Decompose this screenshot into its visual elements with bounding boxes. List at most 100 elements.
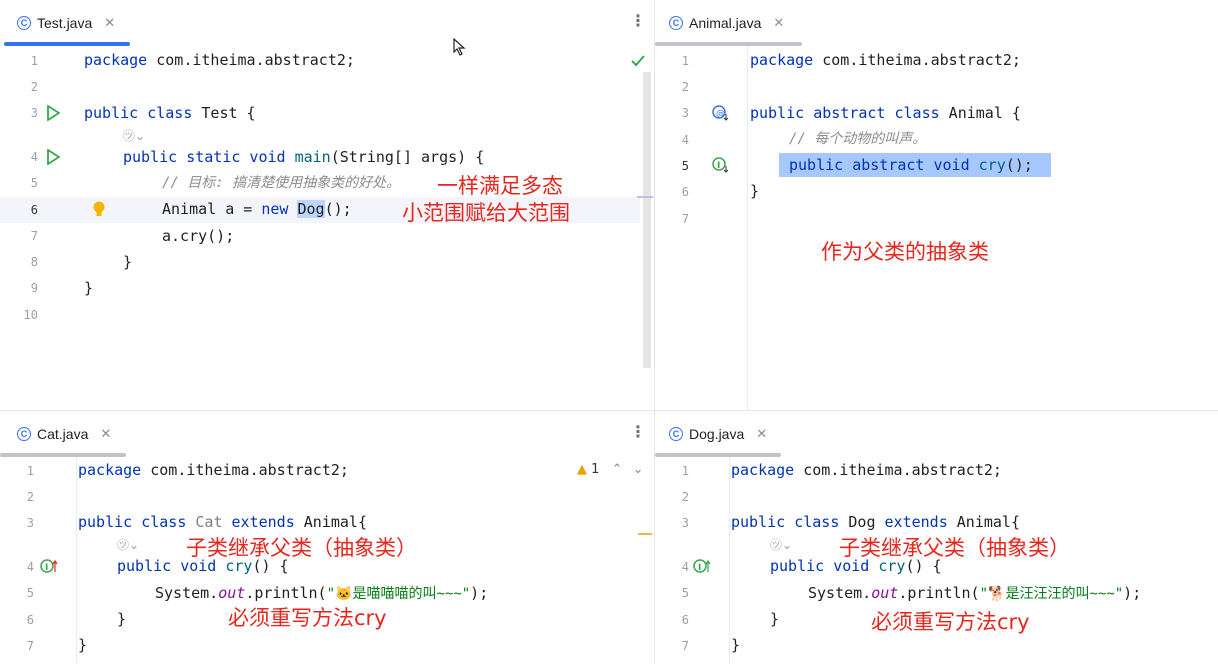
- code-line-3: public class Test {: [84, 104, 256, 122]
- line-number: 5: [681, 159, 689, 173]
- tab-cat-java[interactable]: C Cat.java ✕: [17, 423, 111, 445]
- svg-text:I: I: [698, 563, 701, 573]
- tab-dog-java[interactable]: C Dog.java ✕: [669, 423, 767, 445]
- warning-count: 1: [591, 462, 600, 477]
- check-icon: [631, 55, 645, 67]
- editor-pane-cat: C Cat.java ✕ ⋮ ▲ 1 ⌃ ⌄ 1 2 3 4 5 6 7 I p…: [0, 411, 654, 664]
- tab-test-java[interactable]: C Test.java ✕: [17, 12, 115, 34]
- code-line-1: package com.itheima.abstract2;: [731, 461, 1002, 479]
- author-hint: ㋡⌄: [770, 538, 793, 552]
- line-number: 10: [23, 308, 38, 322]
- tab-label: Animal.java: [689, 15, 762, 31]
- code-line-4: // 每个动物的叫声。: [789, 131, 927, 147]
- code-line-7: a.cry();: [162, 227, 235, 245]
- scroll-marker: [637, 196, 653, 198]
- code-line-7: }: [78, 636, 88, 654]
- tab-indicator: [655, 42, 802, 46]
- lightbulb-icon[interactable]: [92, 201, 106, 218]
- tab-indicator: [0, 453, 126, 457]
- line-number: 4: [681, 133, 689, 147]
- line-number: 5: [681, 586, 689, 600]
- line-number: 2: [26, 490, 34, 504]
- code-line-5: System.out.println("🐕是汪汪汪的叫~~~");: [808, 584, 1142, 602]
- annotation-text: 一样满足多态: [437, 174, 563, 198]
- line-number: 4: [681, 560, 689, 574]
- annotation-text: 子类继承父类（抽象类）: [186, 536, 417, 560]
- override-icon[interactable]: I: [40, 558, 60, 574]
- code-line-3: public class Dog extends Animal{: [731, 513, 1020, 531]
- line-number: 3: [681, 106, 689, 120]
- mouse-cursor-icon: [453, 38, 466, 56]
- annotation-text: 必须重写方法cry: [871, 610, 1030, 634]
- annotation-text: 小范围赋给大范围: [402, 201, 570, 225]
- line-number: 5: [26, 586, 34, 600]
- run-icon[interactable]: [46, 105, 60, 121]
- chevron-down-icon[interactable]: ⌄: [633, 462, 644, 477]
- tab-bar: C Cat.java ✕ ⋮: [0, 411, 654, 457]
- code-line-8: }: [123, 253, 133, 271]
- code-line-1: package com.itheima.abstract2;: [84, 51, 355, 69]
- active-tab-indicator: [4, 42, 130, 46]
- line-number: 7: [681, 212, 689, 226]
- line-number: 6: [26, 613, 34, 627]
- line-number: 4: [26, 560, 34, 574]
- more-icon[interactable]: ⋮: [630, 13, 646, 29]
- code-line-6: }: [770, 610, 780, 628]
- svg-text:@: @: [716, 109, 725, 119]
- code-line-5: // 目标: 搞清楚使用抽象类的好处。: [162, 175, 401, 191]
- code-line-5: public abstract void cry();: [789, 156, 1033, 174]
- line-number: 7: [30, 229, 38, 243]
- line-number: 6: [30, 203, 38, 217]
- line-number: 2: [30, 80, 38, 94]
- annotation-text: 必须重写方法cry: [228, 606, 387, 630]
- line-number: 1: [681, 54, 689, 68]
- line-number: 6: [681, 185, 689, 199]
- divider: [747, 46, 748, 410]
- line-number: 2: [681, 80, 689, 94]
- code-line-5: System.out.println("🐱是喵喵喵的叫~~~");: [155, 584, 489, 602]
- override-icon[interactable]: I: [693, 558, 713, 574]
- warning-indicator[interactable]: ▲ 1 ⌃ ⌄: [577, 462, 644, 477]
- chevron-up-icon[interactable]: ⌃: [612, 462, 623, 477]
- line-number: 4: [30, 150, 38, 164]
- class-icon: C: [17, 427, 31, 441]
- annotation-text: 子类继承父类（抽象类）: [839, 536, 1070, 560]
- implementation-icon[interactable]: @: [712, 105, 730, 121]
- more-icon[interactable]: ⋮: [630, 424, 646, 440]
- tab-indicator: [655, 453, 781, 457]
- line-number: 7: [681, 639, 689, 653]
- close-icon[interactable]: ✕: [104, 15, 115, 31]
- implementation-icon[interactable]: I: [712, 157, 730, 173]
- close-icon[interactable]: ✕: [100, 426, 111, 442]
- line-number: 6: [681, 613, 689, 627]
- svg-text:I: I: [717, 161, 720, 171]
- tab-label: Dog.java: [689, 426, 745, 442]
- code-line-3: public abstract class Animal {: [750, 104, 1021, 122]
- code-line-6: }: [750, 182, 760, 200]
- tab-bar: C Test.java ✕ ⋮: [0, 0, 654, 46]
- editor-pane-animal: C Animal.java ✕ 1 2 3 4 5 6 7 @ I packag…: [655, 0, 1218, 410]
- class-icon: C: [669, 16, 683, 30]
- line-number: 3: [26, 516, 34, 530]
- line-number: 1: [26, 464, 34, 478]
- line-number: 3: [681, 516, 689, 530]
- warning-icon: ▲: [577, 462, 587, 477]
- scrollbar[interactable]: [643, 72, 651, 368]
- code-line-6: }: [117, 610, 127, 628]
- code-line-4: public static void main(String[] args) {: [123, 148, 485, 166]
- tab-label: Cat.java: [37, 426, 89, 442]
- line-number: 7: [26, 639, 34, 653]
- author-hint: ㋡⌄: [123, 129, 146, 143]
- divider: [729, 457, 730, 664]
- author-hint: ㋡⌄: [117, 538, 140, 552]
- close-icon[interactable]: ✕: [756, 426, 767, 442]
- close-icon[interactable]: ✕: [773, 15, 784, 31]
- line-number: 8: [30, 255, 38, 269]
- run-icon[interactable]: [46, 149, 60, 165]
- tab-label: Test.java: [37, 15, 93, 31]
- code-line-6: Animal a = new Dog();: [162, 200, 352, 218]
- tab-animal-java[interactable]: C Animal.java ✕: [669, 12, 784, 34]
- code-line-1: package com.itheima.abstract2;: [750, 51, 1021, 69]
- line-number: 9: [30, 281, 38, 295]
- line-number: 1: [681, 464, 689, 478]
